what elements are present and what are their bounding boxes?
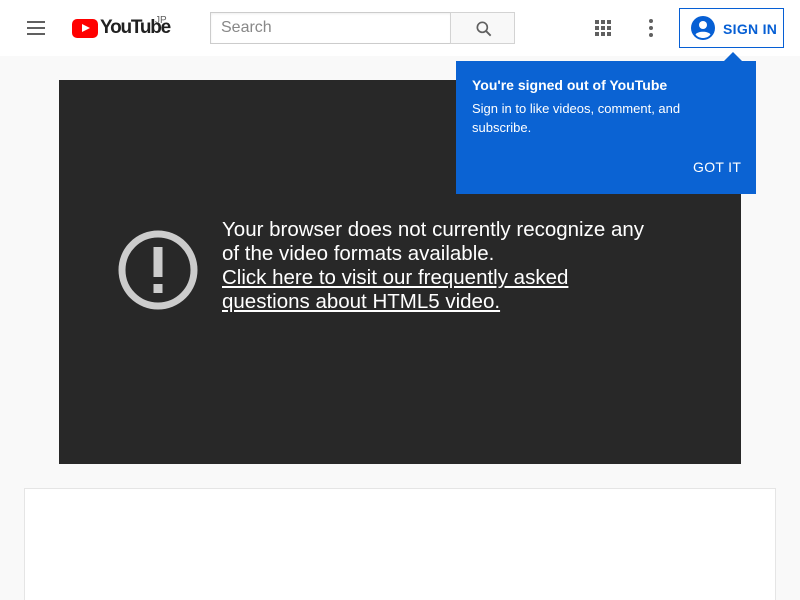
alert-icon bbox=[118, 230, 198, 310]
region-label: JP bbox=[155, 15, 167, 26]
search-button[interactable] bbox=[450, 12, 515, 44]
search-input[interactable] bbox=[211, 13, 451, 43]
sign-in-button[interactable]: SIGN IN bbox=[679, 8, 784, 48]
search-icon bbox=[476, 21, 492, 37]
faq-link-line: Click here to visit our frequently asked bbox=[222, 266, 569, 289]
menu-icon[interactable] bbox=[24, 16, 48, 40]
search-box bbox=[210, 12, 451, 44]
tooltip-body: Sign in to like videos, comment, and sub… bbox=[472, 101, 681, 135]
error-message: Your browser does not currently recogniz… bbox=[222, 218, 702, 314]
more-vert-icon[interactable] bbox=[639, 16, 663, 40]
faq-link-line: questions about HTML5 video. bbox=[222, 290, 501, 313]
account-circle-icon bbox=[691, 16, 715, 40]
got-it-button[interactable]: GOT IT bbox=[693, 159, 741, 175]
below-player-panel bbox=[24, 488, 776, 600]
error-text-line: Your browser does not currently recogniz… bbox=[222, 218, 645, 241]
error-text-line: of the video formats available. bbox=[222, 242, 495, 265]
apps-icon[interactable] bbox=[591, 16, 615, 40]
masthead: YouTube JP SIGN IN bbox=[0, 0, 800, 56]
play-logo-icon bbox=[72, 18, 98, 38]
tooltip-title: You're signed out of YouTube bbox=[472, 77, 668, 93]
signed-out-tooltip: You're signed out of YouTube Sign in to … bbox=[456, 52, 756, 194]
html5-faq-link[interactable]: Click here to visit our frequently asked… bbox=[222, 266, 702, 314]
sign-in-label: SIGN IN bbox=[723, 21, 778, 37]
